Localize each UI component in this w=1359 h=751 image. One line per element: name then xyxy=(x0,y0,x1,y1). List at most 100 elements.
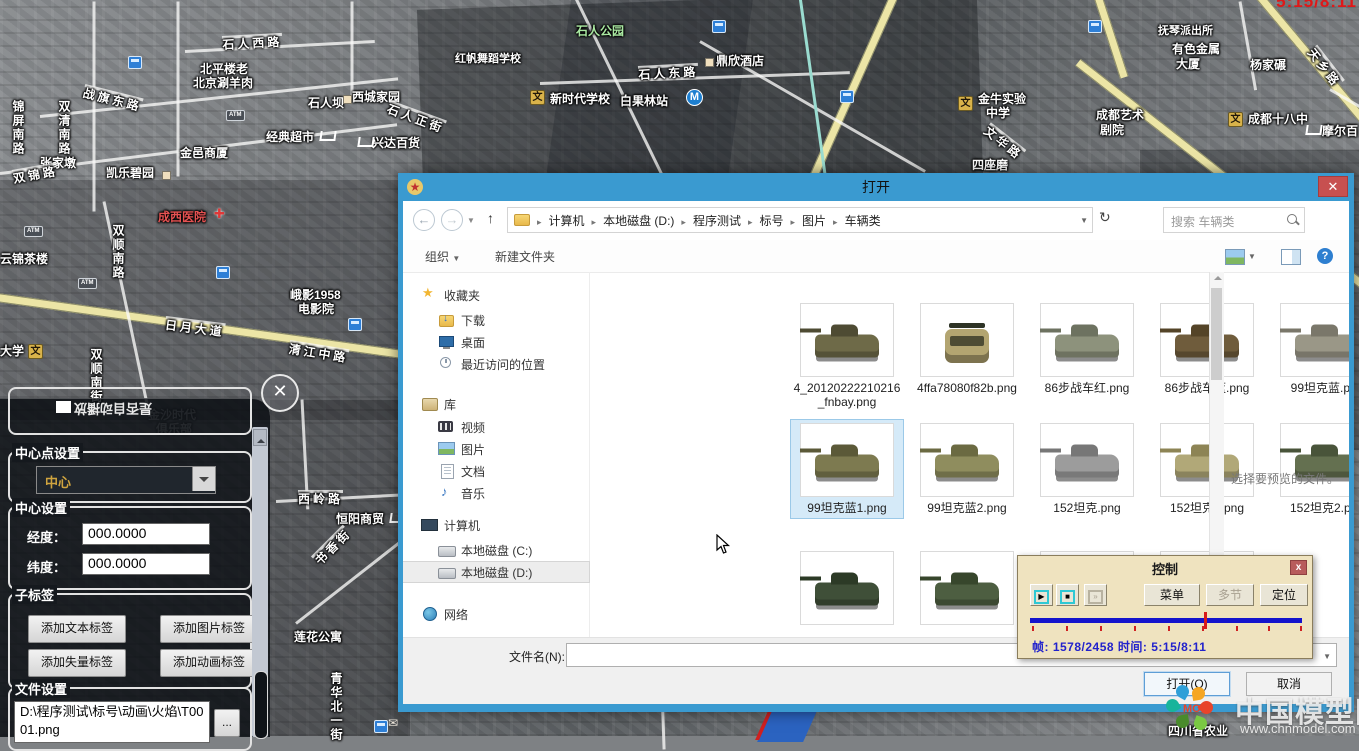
file-tile[interactable]: 152坦克.png xyxy=(1031,420,1143,518)
map-label: 新时代学校 xyxy=(550,90,610,107)
map-label: 云锦茶楼 xyxy=(0,250,48,267)
map-label: 双顺南路 xyxy=(110,224,127,280)
breadcrumb[interactable]: 计算机本地磁盘 (D:)程序测试标号图片车辆类 ▼ xyxy=(507,207,1093,233)
map-label: ✚ xyxy=(214,206,225,222)
locate-button[interactable]: 定位 xyxy=(1260,584,1308,606)
file-tile[interactable]: 99坦克蓝1.png xyxy=(791,420,903,518)
timeline-slider[interactable] xyxy=(1030,618,1302,623)
nav-item[interactable]: 计算机 xyxy=(421,515,480,535)
view-chevron-icon[interactable]: ▼ xyxy=(1248,252,1256,261)
vehicle-image xyxy=(1055,454,1119,477)
file-tile[interactable]: 4_20120222210216_fnbay.png xyxy=(791,300,903,412)
file-tile[interactable] xyxy=(911,548,1023,632)
nav-item[interactable]: 收藏夹 xyxy=(421,285,480,305)
timeline-marker[interactable] xyxy=(1204,612,1207,629)
preview-hint: 选择要预览的文件。 xyxy=(1231,470,1349,487)
map-label: ✉ xyxy=(388,716,398,730)
map-label: 大厦 xyxy=(1176,55,1200,72)
file-tile[interactable] xyxy=(791,548,903,632)
command-bar: 组织 ▼ 新建文件夹 ▼ ? xyxy=(403,240,1349,273)
autoplay-checkbox[interactable] xyxy=(56,401,71,413)
scroll-up-icon[interactable] xyxy=(1214,276,1222,280)
refresh-icon[interactable]: ↻ xyxy=(1099,209,1111,226)
breadcrumb-item[interactable]: 程序测试 xyxy=(674,212,741,229)
organize-button[interactable]: 组织 ▼ xyxy=(425,248,460,265)
panel-scroll-thumb[interactable] xyxy=(254,671,268,739)
file-tile[interactable]: 152坦克2.png xyxy=(1271,420,1349,518)
map-label: 日月大道 xyxy=(166,316,226,326)
add-tag-button[interactable]: 添加动画标签 xyxy=(160,649,258,677)
file-tile[interactable]: 99坦克蓝2.png xyxy=(911,420,1023,518)
new-folder-button[interactable]: 新建文件夹 xyxy=(495,248,555,265)
play-button[interactable]: ▶ xyxy=(1030,584,1053,606)
panel-close-icon[interactable]: ✕ xyxy=(261,374,299,412)
nav-item[interactable]: 库 xyxy=(421,394,456,414)
address-chevron-icon[interactable]: ▼ xyxy=(1080,216,1088,225)
breadcrumb-item[interactable]: 车辆类 xyxy=(826,212,881,229)
latitude-field[interactable]: 000.0000 xyxy=(82,553,210,575)
nav-item[interactable]: 本地磁盘 (D:) xyxy=(403,562,589,582)
breadcrumb-item[interactable]: 标号 xyxy=(741,212,784,229)
file-tile[interactable]: 99坦克蓝.png xyxy=(1271,300,1349,398)
list-scroll-thumb[interactable] xyxy=(1211,288,1222,380)
dialog-close-button[interactable]: ✕ xyxy=(1318,176,1348,197)
menu-button[interactable]: 菜单 xyxy=(1144,584,1200,606)
search-input[interactable]: 搜索 车辆类 xyxy=(1163,207,1305,233)
file-tile[interactable]: 86步战车蓝.png xyxy=(1151,300,1263,398)
preview-pane-icon[interactable] xyxy=(1281,249,1301,265)
nav-icon xyxy=(438,313,455,327)
control-close-button[interactable]: x xyxy=(1290,560,1307,575)
view-mode-icon[interactable] xyxy=(1225,249,1245,265)
nav-item[interactable]: 图片 xyxy=(438,439,485,459)
up-button[interactable]: ↑ xyxy=(487,210,494,226)
file-path-field[interactable]: D:\程序测试\标号\动画\火焰\T0001.png xyxy=(14,701,210,743)
browse-button[interactable]: ... xyxy=(214,709,240,737)
watermark-logo-text: MO xyxy=(1183,703,1201,715)
longitude-field[interactable]: 000.0000 xyxy=(82,523,210,545)
file-tile[interactable]: 152坦克1.png xyxy=(1151,420,1263,518)
vehicle-image xyxy=(1055,334,1119,357)
map-label: 成西医院 xyxy=(158,208,206,225)
nav-item[interactable]: 桌面 xyxy=(438,332,485,352)
breadcrumb-item[interactable]: 本地磁盘 (D:) xyxy=(585,212,675,229)
filename-chevron-icon[interactable]: ▼ xyxy=(1323,652,1331,661)
stop-icon: ■ xyxy=(1060,590,1075,604)
add-tag-button[interactable]: 添加文本标签 xyxy=(28,615,126,643)
file-tile[interactable]: 86步战车红.png xyxy=(1031,300,1143,398)
nav-item[interactable]: 最近访问的位置 xyxy=(438,354,545,374)
history-chevron-icon[interactable]: ▼ xyxy=(467,216,475,225)
multi-node-button[interactable]: 多节 xyxy=(1206,584,1254,606)
nav-item[interactable]: 下载 xyxy=(438,310,485,330)
add-tag-button[interactable]: 添加失量标签 xyxy=(28,649,126,677)
map-label: 书香街 xyxy=(311,525,345,559)
breadcrumb-item[interactable]: 计算机 xyxy=(530,212,585,229)
map-label xyxy=(1305,125,1322,135)
vehicle-image xyxy=(935,582,999,605)
scroll-up-icon[interactable] xyxy=(253,429,267,446)
vehicle-image xyxy=(1295,334,1349,357)
file-name: 4ffa78080f82b.png xyxy=(911,381,1023,395)
help-icon[interactable]: ? xyxy=(1317,248,1333,264)
back-button[interactable]: ← xyxy=(413,209,435,231)
fast-forward-button[interactable]: » xyxy=(1084,584,1107,606)
stop-button[interactable]: ■ xyxy=(1056,584,1079,606)
frame-time-status: 帧: 1578/2458 时间: 5:15/8:11 xyxy=(1032,638,1206,655)
chevron-down-icon[interactable] xyxy=(192,467,215,491)
nav-item[interactable]: 视频 xyxy=(438,417,485,437)
map-label: 文 xyxy=(530,90,545,105)
timeline-tick xyxy=(1202,626,1204,631)
map-label: M xyxy=(686,89,703,106)
nav-item[interactable]: 网络 xyxy=(421,604,468,624)
nav-item[interactable]: 文档 xyxy=(438,461,485,481)
nav-item[interactable]: 音乐 xyxy=(438,483,485,503)
watermark-logo-icon: MO xyxy=(1152,683,1232,736)
panel-scrollbar[interactable] xyxy=(252,427,268,737)
vehicle-image xyxy=(1175,334,1239,357)
center-select[interactable]: 中心 xyxy=(36,466,216,494)
add-tag-button[interactable]: 添加图片标签 xyxy=(160,615,258,643)
search-icon[interactable] xyxy=(1287,214,1297,224)
file-tile[interactable]: 4ffa78080f82b.png xyxy=(911,300,1023,398)
nav-item[interactable]: 本地磁盘 (C:) xyxy=(438,540,532,560)
forward-button[interactable]: → xyxy=(441,209,463,231)
breadcrumb-item[interactable]: 图片 xyxy=(784,212,827,229)
